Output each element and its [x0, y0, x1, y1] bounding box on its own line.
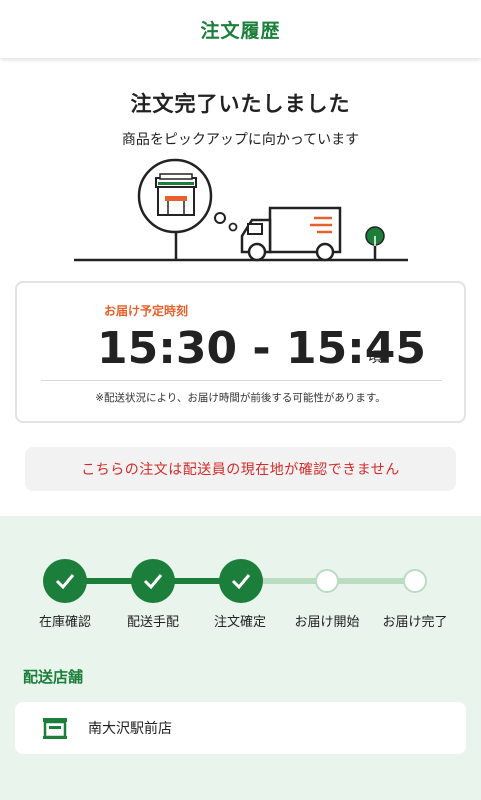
delivery-time-card: お届け予定時刻 15:30 - 15:45 頃 ※配送状況により、お届け時間が前… — [15, 281, 466, 423]
step-done-dot — [43, 559, 87, 603]
check-icon — [143, 574, 163, 589]
step-label-order-confirmed: 注文確定 — [213, 615, 266, 630]
order-status-subtitle: 商品をピックアップに向かっています — [121, 132, 360, 148]
shop-section-heading: 配送店舗 — [23, 668, 84, 686]
step-label-delivery-started: お届け開始 — [294, 615, 360, 630]
step-pending-dot — [403, 569, 427, 593]
delivery-time-suffix: 頃 — [368, 350, 382, 366]
shop-card[interactable]: 南大沢駅前店 — [15, 702, 466, 754]
shop-name: 南大沢駅前店 — [88, 721, 172, 737]
store-bubble-icon — [137, 158, 238, 260]
location-warning-text: こちらの注文は配送員の現在地が確認できません — [81, 462, 400, 478]
order-progress-section: 在庫確認 配送手配 注文確定 お届け開始 お届け完了 配送店舗 南大沢駅前店 — [0, 516, 481, 800]
check-icon — [231, 574, 251, 589]
progress-line-4 — [327, 578, 415, 584]
divider — [41, 380, 442, 381]
location-warning-banner: こちらの注文は配送員の現在地が確認できません — [25, 447, 456, 491]
app-header: 注文履歴 — [0, 0, 481, 58]
delivery-time-label: お届け予定時刻 — [104, 304, 189, 318]
check-icon — [55, 574, 75, 589]
step-label-stock-check: 在庫確認 — [38, 615, 91, 630]
step-done-dot — [219, 559, 263, 603]
step-pending-dot — [315, 569, 339, 593]
step-done-dot — [131, 559, 175, 603]
delivery-illustration — [74, 158, 408, 262]
tree-icon — [365, 226, 385, 260]
step-label-delivery-completed: お届け完了 — [382, 615, 448, 630]
store-icon — [43, 718, 67, 739]
truck-icon — [240, 206, 342, 262]
page-title: 注文履歴 — [200, 19, 281, 42]
delivery-time-note: ※配送状況により、お届け時間が前後する可能性があります。 — [95, 392, 386, 404]
order-complete-title: 注文完了いたしました — [130, 92, 351, 116]
step-label-delivery-arranged: 配送手配 — [126, 615, 179, 630]
progress-stepper: 在庫確認 配送手配 注文確定 お届け開始 お届け完了 — [0, 516, 481, 636]
